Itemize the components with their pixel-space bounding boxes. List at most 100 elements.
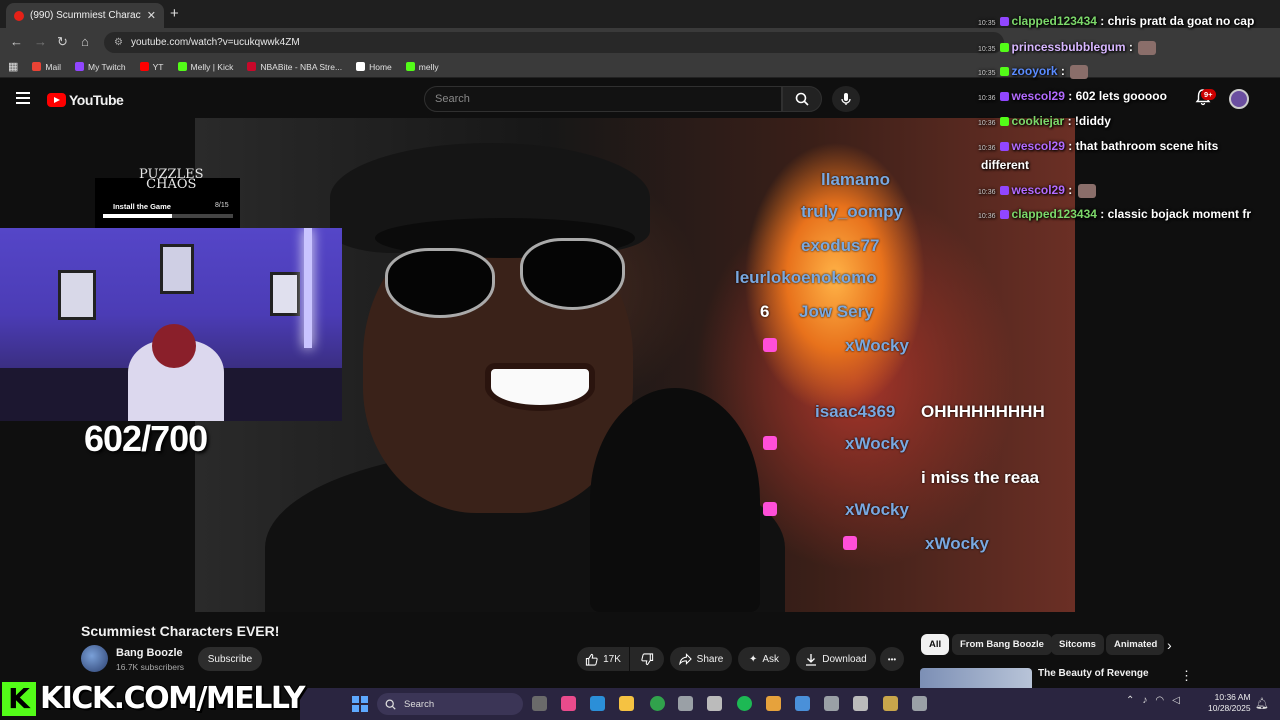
- account-avatar[interactable]: [1229, 89, 1249, 109]
- share-button[interactable]: Share: [670, 647, 732, 671]
- taskbar-app-icon[interactable]: [853, 696, 868, 711]
- taskbar-app-icon[interactable]: [650, 696, 665, 711]
- bookmark-item[interactable]: melly: [405, 62, 439, 72]
- chat-username[interactable]: zooyork: [1012, 64, 1058, 78]
- taskbar-app-icon[interactable]: [883, 696, 898, 711]
- recommended-thumbnail[interactable]: [920, 668, 1032, 688]
- bookmark-item[interactable]: YT: [139, 61, 164, 72]
- taskbar-app-icon[interactable]: [795, 696, 810, 711]
- voice-search-button[interactable]: [832, 86, 860, 112]
- chat-separator: :: [1125, 40, 1137, 54]
- home-icon[interactable]: ⌂: [81, 34, 89, 49]
- tab-title: (990) Scummiest Characters EVER! - YouTu…: [30, 10, 141, 21]
- bookmark-item[interactable]: Melly | Kick: [177, 62, 233, 72]
- bookmark-item[interactable]: My Twitch: [75, 62, 126, 72]
- youtube-logo[interactable]: YouTube: [47, 92, 124, 108]
- filter-chip[interactable]: All: [921, 634, 950, 655]
- ask-label: Ask: [762, 653, 780, 665]
- kick-url-banner: K KICK.COM/MELLY: [0, 677, 310, 720]
- chat-username[interactable]: clapped123434: [1012, 14, 1097, 28]
- recommended-title[interactable]: The Beauty of Revenge: [1038, 668, 1149, 679]
- reload-icon[interactable]: ↻: [57, 34, 68, 50]
- chat-timestamp: 10:35: [978, 70, 996, 77]
- taskbar-app-icon[interactable]: [561, 696, 576, 711]
- filter-chip[interactable]: Animated: [1106, 634, 1164, 655]
- chat-username[interactable]: cookiejar: [1012, 114, 1065, 128]
- taskbar-app-icon[interactable]: [824, 696, 839, 711]
- windows-start-icon[interactable]: [352, 696, 368, 712]
- recommended-more-icon[interactable]: ⋮: [1180, 668, 1193, 684]
- channel-name[interactable]: Bang Boozle: [116, 647, 183, 659]
- search-input[interactable]: Search: [424, 86, 782, 112]
- taskbar-app-icon[interactable]: [678, 696, 693, 711]
- forward-icon[interactable]: →: [34, 34, 47, 49]
- notification-count-badge: 9+: [1201, 89, 1216, 100]
- microphone-tray-icon[interactable]: ♪: [1142, 695, 1147, 706]
- taskbar-app-icon[interactable]: [532, 696, 547, 711]
- ad-progress-count: 8/15: [215, 202, 229, 209]
- bookmark-label: My Twitch: [88, 61, 126, 72]
- new-tab-button[interactable]: +: [170, 5, 179, 22]
- url-field[interactable]: ⚙ youtube.com/watch?v=ucukqwwk4ZM: [104, 32, 1004, 53]
- search-button[interactable]: [782, 86, 822, 112]
- more-actions-button[interactable]: •••: [880, 647, 904, 671]
- thumbs-up-icon: [585, 653, 598, 666]
- chat-text: 602 lets gooooo: [1075, 89, 1167, 103]
- chat-text: that bathroom scene hits: [1075, 139, 1219, 153]
- chevron-up-icon[interactable]: ⌃: [1126, 695, 1134, 706]
- overlay-chat-text: exodus77: [801, 236, 880, 255]
- chat-message: 10:35 zooyork :: [978, 64, 1089, 79]
- chat-username[interactable]: wescol29: [1012, 89, 1065, 103]
- channel-avatar[interactable]: [81, 645, 108, 672]
- wall-poster: [58, 270, 96, 320]
- dislike-button[interactable]: [630, 647, 664, 671]
- bookmark-item[interactable]: Home: [356, 62, 392, 72]
- bookmark-item[interactable]: Mail: [32, 62, 61, 72]
- chat-timestamp: 10:35: [978, 20, 996, 27]
- bookmark-label: Home: [369, 61, 392, 72]
- overlay-chat-text: leurlokoenokomo: [735, 268, 877, 287]
- site-info-icon[interactable]: ⚙: [114, 37, 123, 48]
- like-button[interactable]: 17K: [577, 647, 629, 671]
- chat-emote-icon: [1138, 40, 1157, 55]
- taskbar-app-icon[interactable]: [590, 696, 605, 711]
- apps-grid-icon[interactable]: ▦: [8, 60, 18, 73]
- chat-timestamp: 10:36: [978, 145, 996, 152]
- taskbar-app-icon[interactable]: [619, 696, 634, 711]
- chat-username[interactable]: wescol29: [1012, 139, 1065, 153]
- taskbar-clock[interactable]: 10:36 AM 10/28/2025: [1208, 692, 1251, 714]
- chat-text: classic bojack moment fr: [1107, 207, 1251, 221]
- url-text: youtube.com/watch?v=ucukqwwk4ZM: [130, 37, 300, 48]
- kick-url-text: KICK.COM/MELLY: [39, 680, 307, 717]
- game-ad-overlay[interactable]: PUZZLES CHAOS Install the Game 8/15: [95, 168, 240, 228]
- chat-username[interactable]: wescol29: [1012, 183, 1065, 197]
- chat-badge-icon: [999, 142, 1009, 152]
- taskbar-search[interactable]: Search: [377, 693, 523, 715]
- search-icon: [385, 699, 396, 710]
- close-tab-icon[interactable]: ✕: [147, 9, 156, 22]
- browser-tab[interactable]: (990) Scummiest Characters EVER! - YouTu…: [6, 3, 164, 28]
- overlay-chat-text: truly_oompy: [801, 202, 904, 221]
- wifi-icon[interactable]: ◠: [1155, 695, 1164, 706]
- taskbar-app-icon[interactable]: [737, 696, 752, 711]
- menu-icon[interactable]: [16, 92, 30, 107]
- taskbar-app-icon[interactable]: [707, 696, 722, 711]
- subscribe-button[interactable]: Subscribe: [198, 647, 262, 671]
- chat-username[interactable]: princessbubblegum: [1012, 40, 1126, 54]
- overlay-chat-text: 6: [760, 302, 770, 321]
- taskbar-app-icon[interactable]: [912, 696, 927, 711]
- chat-username[interactable]: clapped123434: [1012, 207, 1097, 221]
- download-button[interactable]: Download: [796, 647, 876, 671]
- filter-chip[interactable]: From Bang Boozle: [952, 634, 1052, 655]
- notification-center-icon[interactable]: 🔔︎: [1255, 697, 1269, 710]
- bookmark-item[interactable]: NBABite - NBA Stre...: [247, 62, 342, 72]
- bookmark-label: YT: [152, 61, 164, 72]
- overlay-chat-text: OHHHHHHHHH: [921, 402, 1045, 421]
- taskbar-app-icon[interactable]: [766, 696, 781, 711]
- back-icon[interactable]: ←: [10, 34, 23, 49]
- filter-chip[interactable]: Sitcoms: [1051, 634, 1104, 655]
- chevron-right-icon[interactable]: ›: [1167, 637, 1172, 653]
- system-tray[interactable]: ⌃ ♪ ◠ ◁: [1126, 695, 1180, 706]
- volume-icon[interactable]: ◁: [1172, 695, 1180, 706]
- ask-button[interactable]: ✦ Ask: [738, 647, 790, 671]
